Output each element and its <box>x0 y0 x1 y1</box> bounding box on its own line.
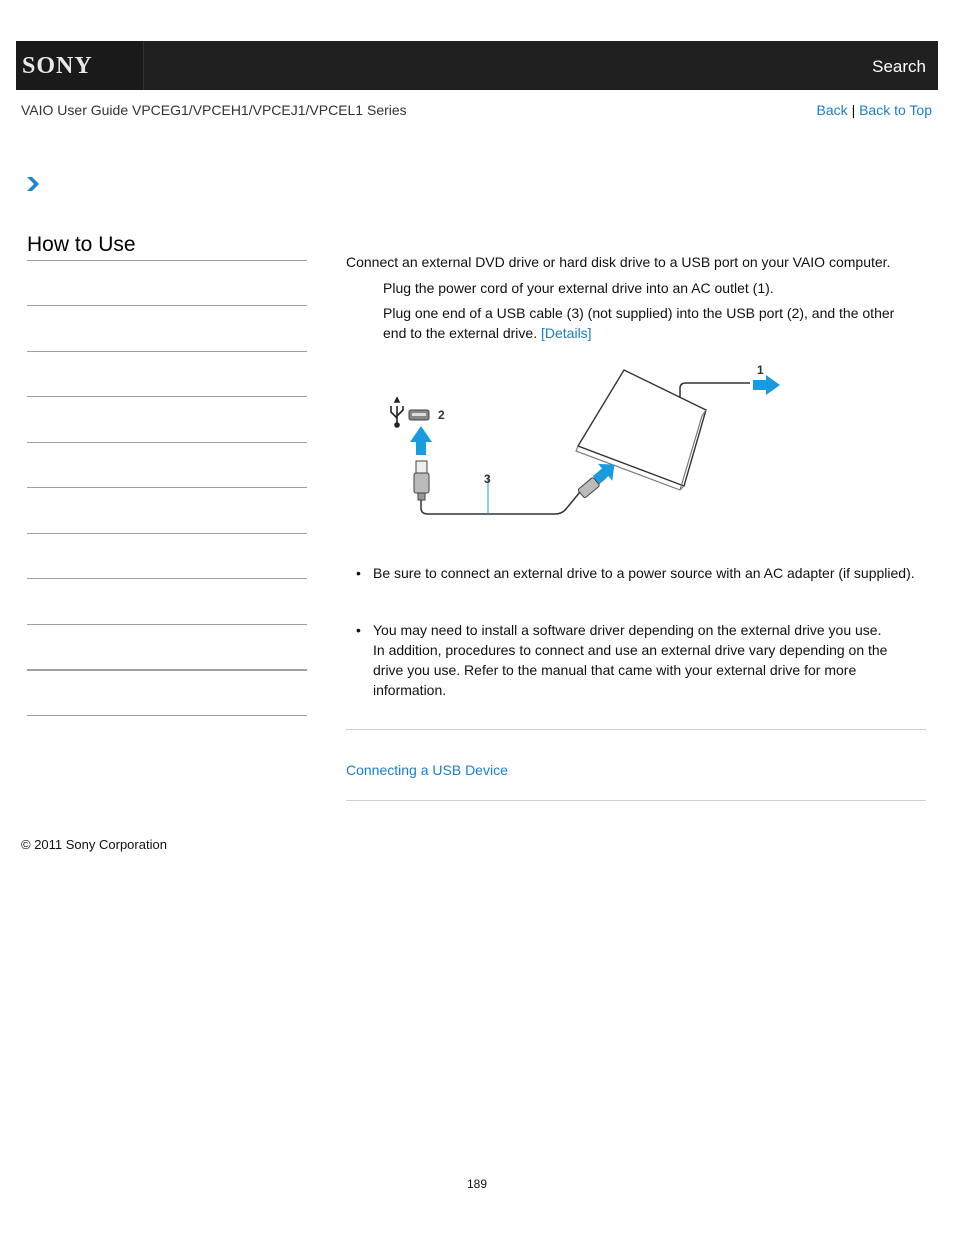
top-bar: SONY Search <box>16 41 938 90</box>
intro-text: Connect an external DVD drive or hard di… <box>346 254 891 270</box>
ac-arrow-icon <box>753 375 780 395</box>
nav-separator: | <box>851 102 856 118</box>
sidebar-item-5[interactable] <box>27 487 307 488</box>
back-link[interactable]: Back <box>817 102 848 118</box>
usb-cable <box>420 491 581 515</box>
guide-title: VAIO User Guide VPCEG1/VPCEH1/VPCEJ1/VPC… <box>21 102 407 118</box>
step-2: Plug one end of a USB cable (3) (not sup… <box>383 303 913 343</box>
sidebar-item-1[interactable] <box>27 305 307 306</box>
connection-diagram: 1 2 3 <box>390 363 780 515</box>
sidebar-item-10[interactable] <box>27 715 307 716</box>
usb-port-icon <box>408 409 430 421</box>
sidebar-item-4[interactable] <box>27 442 307 443</box>
sony-logo-box[interactable]: SONY <box>16 41 144 90</box>
sidebar-item-9[interactable] <box>27 669 307 671</box>
sidebar-item-8[interactable] <box>27 624 307 625</box>
breadcrumb-chevron-icon[interactable] <box>26 176 40 192</box>
back-to-top-link[interactable]: Back to Top <box>859 102 932 118</box>
step-2-text: Plug one end of a USB cable (3) (not sup… <box>383 305 895 341</box>
sidebar-item-3[interactable] <box>27 396 307 397</box>
divider <box>346 729 926 730</box>
sony-logo: SONY <box>22 53 93 79</box>
callout-1: 1 <box>757 363 764 377</box>
callout-3: 3 <box>484 472 491 486</box>
note-2-body: You may need to install a software drive… <box>373 620 908 700</box>
divider <box>346 800 926 801</box>
power-cord <box>679 382 750 398</box>
note-2-line-1: You may need to install a software drive… <box>373 622 882 638</box>
usb-symbol-icon <box>390 396 404 428</box>
page-number: 189 <box>466 1177 488 1191</box>
bullet-icon: • <box>356 565 361 581</box>
sidebar-title: How to Use <box>27 233 136 256</box>
sidebar-item-7[interactable] <box>27 578 307 579</box>
sidebar-item-2[interactable] <box>27 351 307 352</box>
step-1: Plug the power cord of your external dri… <box>383 280 774 296</box>
usb-plug-icon <box>413 460 430 501</box>
external-drive <box>575 369 707 491</box>
sidebar-item-6[interactable] <box>27 533 307 534</box>
nav-links: Back | Back to Top <box>817 102 932 118</box>
copyright: © 2011 Sony Corporation <box>21 837 167 852</box>
details-link[interactable]: [Details] <box>541 325 592 341</box>
bullet-icon: • <box>356 622 361 638</box>
note-1-text: Be sure to connect an external drive to … <box>373 565 915 581</box>
callout-2: 2 <box>438 408 445 422</box>
related-link-connecting-usb-device[interactable]: Connecting a USB Device <box>346 760 508 780</box>
search-button[interactable]: Search <box>872 57 926 77</box>
note-2-line-2: In addition, procedures to connect and u… <box>373 642 888 698</box>
sidebar-divider <box>27 260 307 261</box>
insert-arrow-icon <box>410 426 432 455</box>
